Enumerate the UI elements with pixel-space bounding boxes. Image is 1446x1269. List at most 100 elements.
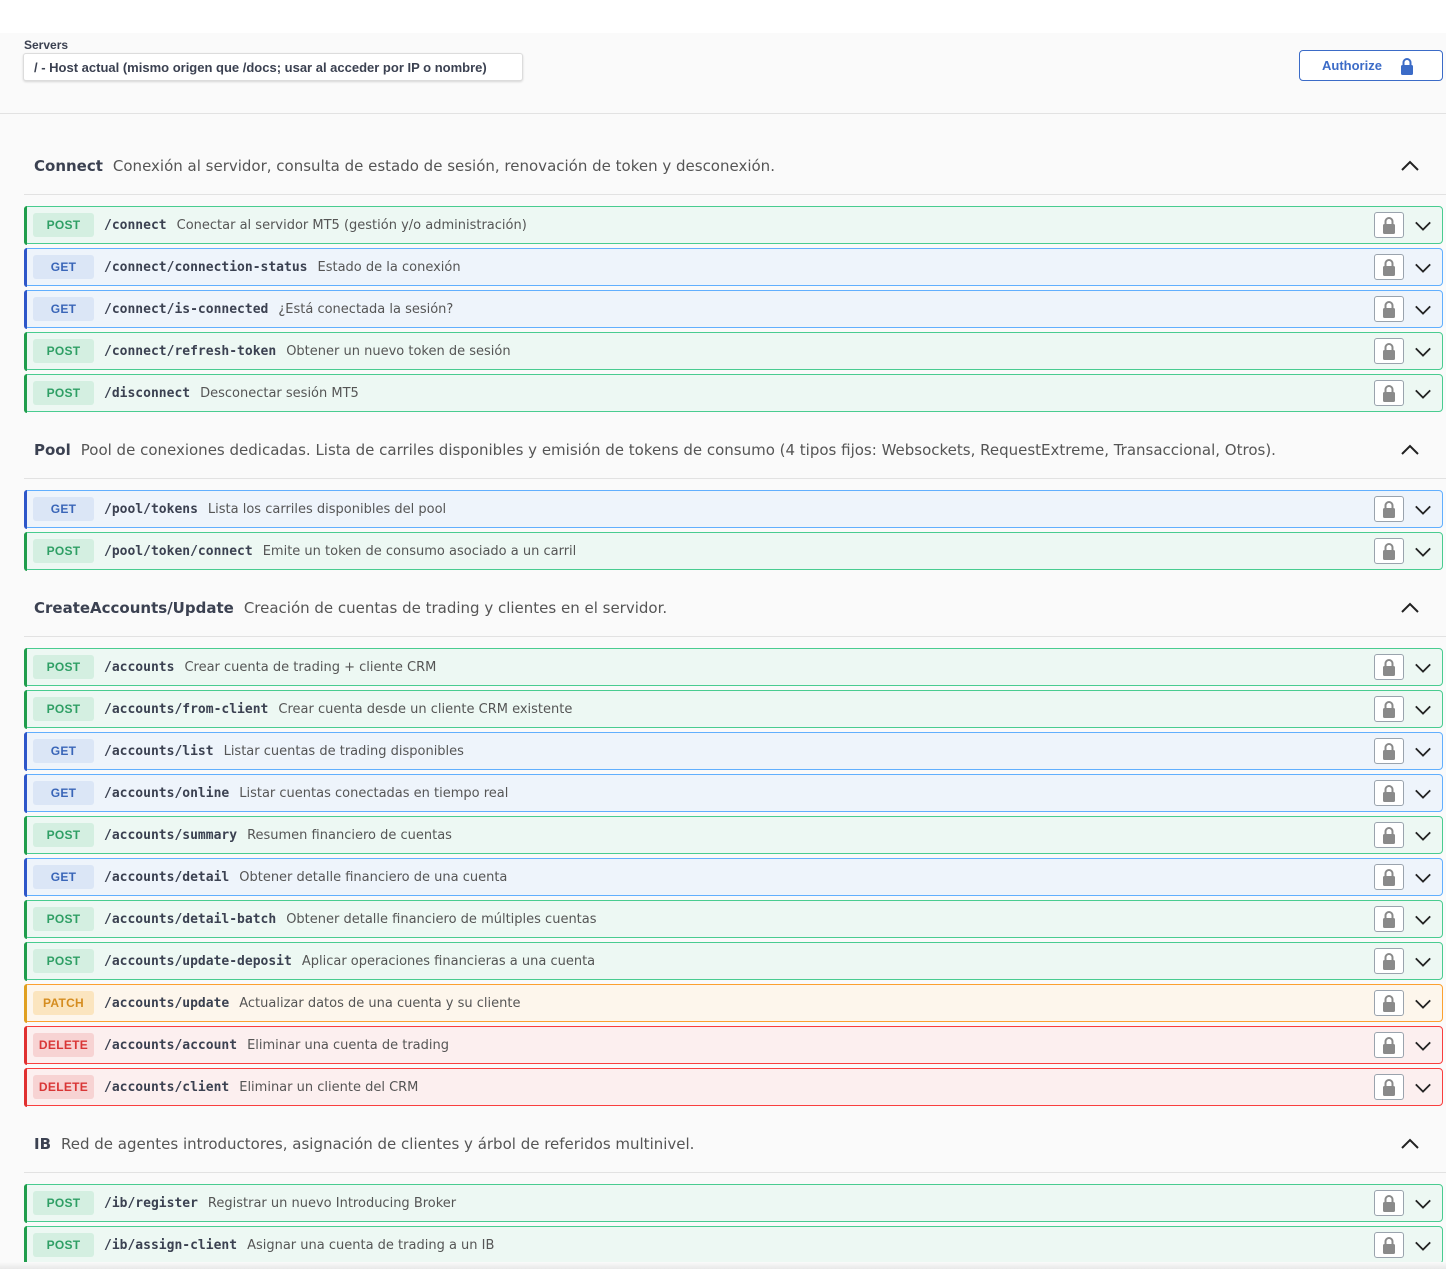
tag-name: IB [34,1134,52,1153]
chevron-down-icon[interactable] [1414,301,1432,319]
tag-section-header[interactable]: Connect Conexión al servidor, consulta de… [24,137,1446,195]
chevron-down-icon[interactable] [1414,743,1432,761]
operation-row-patch[interactable]: PATCH/accounts/update Actualizar datos de… [23,983,1443,1023]
chevron-down-icon[interactable] [1414,827,1432,845]
operation-row-get[interactable]: GET/accounts/detail Obtener detalle finan… [23,857,1443,897]
tag-section-header[interactable]: IB Red de agentes introductores, asignaci… [24,1115,1446,1173]
operation-path: /accounts/online [104,785,230,801]
chevron-down-icon[interactable] [1414,543,1432,561]
operation-summary: Obtener un nuevo token de sesión [286,343,511,359]
chevron-down-icon[interactable] [1414,785,1432,803]
operation-row-post[interactable]: POST/accounts Crear cuenta de trading + c… [23,647,1443,687]
authorization-button[interactable] [1374,1032,1404,1058]
operation-row-post[interactable]: POST/connect/refresh-token Obtener un nue… [23,331,1443,371]
authorization-button[interactable] [1374,696,1404,722]
operation-row-post[interactable]: POST/connect Conectar al servidor MT5 (ge… [23,205,1443,245]
method-badge: GET [33,739,94,763]
authorization-button[interactable] [1374,738,1404,764]
chevron-down-icon[interactable] [1414,385,1432,403]
method-badge: POST [33,655,94,679]
authorization-button[interactable] [1374,496,1404,522]
chevron-down-icon[interactable] [1414,259,1432,277]
operation-row-get[interactable]: GET/pool/tokens Lista los carriles dispon… [23,489,1443,529]
operation-path: /accounts/summary [104,827,238,843]
chevron-down-icon[interactable] [1414,217,1432,235]
method-badge: GET [33,865,94,889]
chevron-up-icon[interactable] [1400,598,1420,618]
operation-path: /accounts/update-deposit [104,953,292,969]
authorization-button[interactable] [1374,948,1404,974]
authorize-button[interactable]: Authorize [1299,50,1443,81]
authorization-button[interactable] [1374,1074,1404,1100]
lock-icon [1383,911,1395,928]
operation-summary: Conectar al servidor MT5 (gestión y/o ad… [176,217,527,233]
operation-row-post[interactable]: POST/ib/assign-client Asignar una cuenta … [23,1225,1443,1265]
lock-icon [1383,827,1395,844]
authorization-button[interactable] [1374,990,1404,1016]
tag-name: CreateAccounts/Update [34,598,234,617]
chevron-down-icon[interactable] [1414,953,1432,971]
chevron-down-icon[interactable] [1414,911,1432,929]
operation-summary: Estado de la conexión [317,259,461,275]
operation-row-post[interactable]: POST/disconnect Desconectar sesión MT5 [23,373,1443,413]
operation-row-delete[interactable]: DELETE/accounts/account Eliminar una cuen… [23,1025,1443,1065]
lock-icon [1400,57,1413,75]
chevron-down-icon[interactable] [1414,343,1432,361]
chevron-up-icon[interactable] [1400,156,1420,176]
operation-row-post[interactable]: POST/accounts/detail-batch Obtener detall… [23,899,1443,939]
tag-description: Conexión al servidor, consulta de estado… [112,156,775,175]
operation-row-delete[interactable]: DELETE/accounts/client Eliminar un client… [23,1067,1443,1107]
chevron-down-icon[interactable] [1414,1037,1432,1055]
operation-summary: Obtener detalle financiero de una cuenta [239,869,508,885]
operation-path: /accounts [104,659,175,675]
operation-row-get[interactable]: GET/accounts/list Listar cuentas de tradi… [23,731,1443,771]
tag-section-header[interactable]: Pool Pool de conexiones dedicadas. Lista … [24,421,1446,479]
operation-summary: Emite un token de consumo asociado a un … [262,543,577,559]
chevron-down-icon[interactable] [1414,1237,1432,1255]
authorization-button[interactable] [1374,380,1404,406]
lock-icon [1383,343,1395,360]
chevron-down-icon[interactable] [1414,659,1432,677]
operation-path: /accounts/detail [104,869,230,885]
operation-path: /connect/connection-status [104,259,308,275]
authorization-button[interactable] [1374,822,1404,848]
chevron-down-icon[interactable] [1414,869,1432,887]
operation-row-get[interactable]: GET/connect/is-connected ¿Está conectada … [23,289,1443,329]
method-badge: POST [33,213,94,237]
chevron-down-icon[interactable] [1414,701,1432,719]
operation-row-post[interactable]: POST/pool/token/connect Emite un token de… [23,531,1443,571]
authorization-button[interactable] [1374,654,1404,680]
chevron-down-icon[interactable] [1414,501,1432,519]
authorization-button[interactable] [1374,780,1404,806]
tag-section-header[interactable]: CreateAccounts/Update Creación de cuentas… [24,579,1446,637]
operation-row-post[interactable]: POST/ib/register Registrar un nuevo Intro… [23,1183,1443,1223]
authorization-button[interactable] [1374,864,1404,890]
authorization-button[interactable] [1374,338,1404,364]
authorization-button[interactable] [1374,212,1404,238]
authorization-button[interactable] [1374,296,1404,322]
lock-icon [1383,301,1395,318]
operation-row-post[interactable]: POST/accounts/update-deposit Aplicar oper… [23,941,1443,981]
lock-icon [1383,217,1395,234]
server-select[interactable]: / - Host actual (mismo origen que /docs;… [23,53,523,81]
lock-icon [1383,501,1395,518]
chevron-up-icon[interactable] [1400,1134,1420,1154]
chevron-down-icon[interactable] [1414,1195,1432,1213]
authorization-button[interactable] [1374,1232,1404,1258]
chevron-down-icon[interactable] [1414,1079,1432,1097]
operation-row-get[interactable]: GET/accounts/online Listar cuentas conect… [23,773,1443,813]
operation-summary: Actualizar datos de una cuenta y su clie… [239,995,521,1011]
chevron-up-icon[interactable] [1400,440,1420,460]
operation-row-post[interactable]: POST/accounts/from-client Crear cuenta de… [23,689,1443,729]
chevron-down-icon[interactable] [1414,995,1432,1013]
authorization-button[interactable] [1374,538,1404,564]
method-badge: POST [33,339,94,363]
authorization-button[interactable] [1374,1190,1404,1216]
authorization-button[interactable] [1374,254,1404,280]
authorize-label: Authorize [1322,58,1382,73]
lock-icon [1383,869,1395,886]
operation-row-post[interactable]: POST/accounts/summary Resumen financiero … [23,815,1443,855]
authorization-button[interactable] [1374,906,1404,932]
lock-icon [1383,995,1395,1012]
operation-row-get[interactable]: GET/connect/connection-status Estado de l… [23,247,1443,287]
